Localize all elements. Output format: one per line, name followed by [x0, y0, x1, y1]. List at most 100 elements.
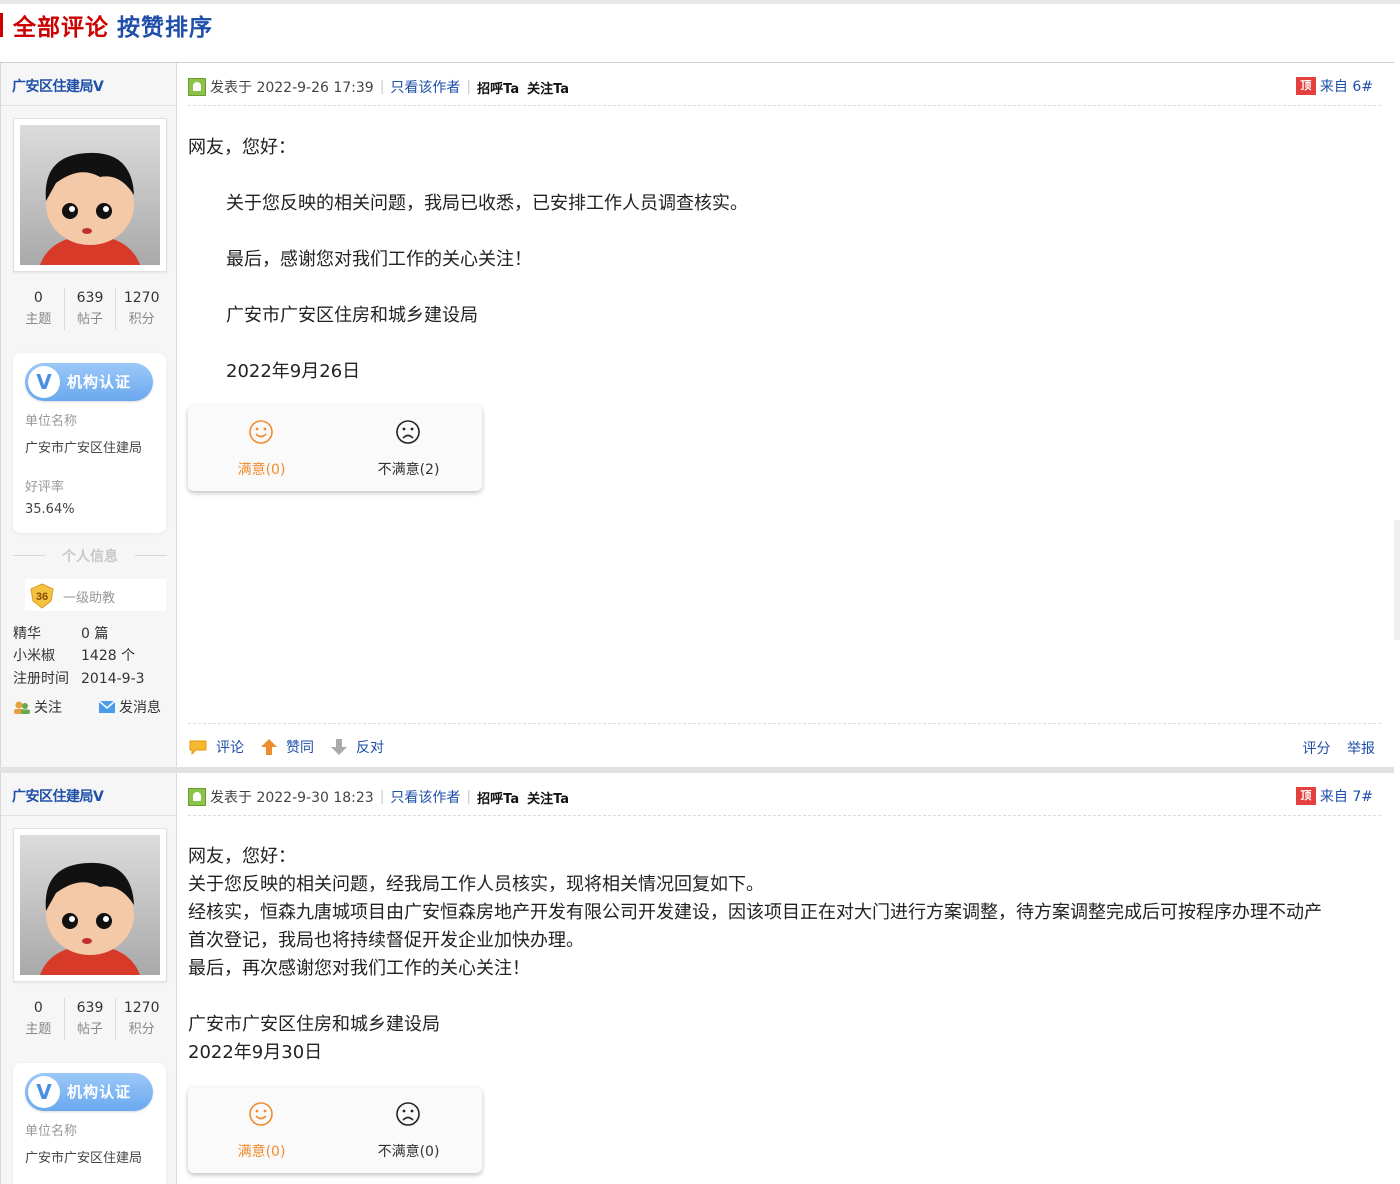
stat-posts[interactable]: 639 帖子	[63, 288, 116, 330]
top-divider	[0, 0, 1400, 4]
smile-icon	[249, 1102, 273, 1126]
floor-indicator[interactable]: 顶 来自 7#	[1295, 786, 1373, 806]
arrow-up-icon	[261, 739, 277, 755]
certification-card: V 机构认证 单位名称 广安市广安区住建局 好评率 35.64%	[13, 353, 166, 533]
post-author-icon	[188, 788, 206, 806]
greet-ta-link[interactable]: 招呼Ta	[477, 788, 519, 807]
stat-threads[interactable]: 0 主题	[13, 288, 64, 330]
reply-paragraph: 最后，再次感谢您对我们工作的关心关注！	[188, 958, 530, 979]
detail-peppers: 小米椒 1428 个	[13, 648, 136, 664]
rating-label: 好评率	[25, 480, 65, 495]
unit-name-value: 广安市广安区住建局	[25, 1151, 143, 1166]
post-meta: 发表于 2022-9-26 17:39 | 只看该作者 | 招呼Ta 关注Ta …	[188, 76, 1381, 98]
svg-text:36: 36	[36, 591, 48, 603]
reply-date: 2022年9月30日	[188, 1042, 323, 1063]
reply-signature: 广安市广安区住房和城乡建设局	[188, 1014, 440, 1035]
satisfied-button[interactable]: 满意(0)	[188, 1087, 335, 1173]
stat-posts[interactable]: 639 帖子	[63, 998, 116, 1040]
top-badge-icon: 顶	[1295, 787, 1316, 805]
post-date: 发表于 2022-9-26 17:39	[210, 80, 374, 96]
follow-users-icon	[14, 701, 30, 714]
smile-icon	[249, 420, 273, 444]
only-view-author-link[interactable]: 只看该作者	[390, 77, 460, 97]
verified-icon: V	[28, 366, 60, 398]
post-author-icon	[188, 78, 206, 96]
author-stats: 0 主题 639 帖子 1270 积分	[13, 288, 167, 330]
certification-card: V 机构认证 单位名称 广安市广安区住建局	[13, 1063, 166, 1184]
reply-date: 2022年9月26日	[226, 361, 361, 382]
meta-separator: |	[379, 79, 385, 95]
floor-number: 来自 7#	[1319, 789, 1373, 805]
post-footer-actions: 评论 赞同 反对 评分 举报	[188, 735, 1381, 759]
reply-paragraph: 最后，感谢您对我们工作的关心关注！	[226, 249, 532, 270]
avatar[interactable]	[13, 118, 167, 272]
sort-by-likes-link[interactable]: 按赞排序	[117, 8, 213, 42]
divider	[1, 105, 177, 106]
level-name: 一级助教	[63, 591, 116, 606]
detail-essence: 精华 0 篇	[13, 626, 109, 642]
post-meta: 发表于 2022-9-30 18:23 | 只看该作者 | 招呼Ta 关注Ta …	[188, 786, 1381, 808]
meta-separator: |	[466, 79, 472, 95]
report-link[interactable]: 举报	[1347, 741, 1375, 757]
unit-name-value: 广安市广安区住建局	[25, 441, 143, 456]
unit-name-label: 单位名称	[25, 414, 78, 429]
level-medal-icon: 36	[30, 583, 54, 609]
reply-signature: 广安市广安区住房和城乡建设局	[226, 305, 478, 326]
envelope-icon	[98, 700, 116, 713]
frown-icon	[396, 420, 420, 444]
author-name-link[interactable]: 广安区住建局V	[12, 76, 104, 96]
unsatisfied-button[interactable]: 不满意(0)	[335, 1087, 482, 1173]
stat-threads[interactable]: 0 主题	[13, 998, 64, 1040]
author-name-link[interactable]: 广安区住建局V	[12, 786, 104, 806]
divider	[1, 815, 177, 816]
avatar-image	[20, 125, 160, 265]
rate-link[interactable]: 评分	[1303, 741, 1331, 757]
avatar[interactable]	[13, 828, 167, 982]
reply-paragraph: 首次登记，我局也将持续督促开发企业加快办理。	[188, 930, 584, 951]
stat-points[interactable]: 1270 积分	[115, 998, 167, 1040]
floor-number: 来自 6#	[1319, 79, 1373, 95]
detail-register-date: 注册时间 2014-9-3	[13, 671, 145, 687]
follow-author-button[interactable]: 关注	[13, 697, 62, 717]
floor-indicator[interactable]: 顶 来自 6#	[1295, 76, 1373, 96]
meta-separator: |	[379, 789, 385, 805]
reply-paragraph: 经核实，恒森九唐城项目由广安恒森房地产开发有限公司开发建设，因该项目正在对大门进…	[188, 902, 1322, 923]
meta-separator: |	[466, 789, 472, 805]
satisfaction-vote: 满意(0) 不满意(0)	[188, 1087, 482, 1173]
org-certified-badge: V 机构认证	[25, 363, 153, 401]
satisfied-button[interactable]: 满意(0)	[188, 405, 335, 491]
upvote-button[interactable]: 赞同	[260, 737, 314, 757]
comments-header: 全部评论 按赞排序	[0, 8, 213, 42]
satisfaction-vote: 满意(0) 不满意(2)	[188, 405, 482, 491]
reply-greeting: 网友，您好：	[188, 137, 296, 158]
all-comments-title: 全部评论	[13, 15, 109, 41]
post-date: 发表于 2022-9-30 18:23	[210, 790, 374, 806]
follow-ta-link[interactable]: 关注Ta	[527, 788, 569, 807]
downvote-button[interactable]: 反对	[330, 737, 384, 757]
follow-ta-link[interactable]: 关注Ta	[527, 78, 569, 97]
comment-button[interactable]: 评论	[188, 737, 244, 757]
verified-icon: V	[28, 1076, 60, 1108]
comment-bubble-icon	[189, 740, 207, 755]
avatar-image	[20, 835, 160, 975]
only-view-author-link[interactable]: 只看该作者	[390, 787, 460, 807]
personal-info-title: 个人信息	[13, 546, 167, 566]
footer-divider	[188, 723, 1381, 724]
unsatisfied-button[interactable]: 不满意(2)	[335, 405, 482, 491]
stat-points[interactable]: 1270 积分	[115, 288, 167, 330]
author-sidebar: 广安区住建局V 0 主题 639 帖子 1270 积分 V 机构认证 单位名称 …	[0, 773, 177, 1184]
meta-divider	[188, 105, 1381, 106]
footer-right-links: 评分 举报	[1291, 738, 1375, 758]
send-message-button[interactable]: 发消息	[98, 697, 161, 717]
frown-icon	[396, 1102, 420, 1126]
author-sidebar: 广安区住建局V 0 主题 639 帖子 1270 积分 V 机构认证 单位名称 …	[0, 63, 177, 767]
reply-greeting: 网友，您好：	[188, 846, 296, 867]
author-actions: 关注 发消息	[13, 697, 161, 717]
rating-value: 35.64%	[25, 502, 75, 517]
author-stats: 0 主题 639 帖子 1270 积分	[13, 998, 167, 1040]
greet-ta-link[interactable]: 招呼Ta	[477, 78, 519, 97]
page-scrollbar[interactable]	[1394, 520, 1400, 640]
top-badge-icon: 顶	[1295, 77, 1316, 95]
user-level: 36 一级助教	[25, 579, 166, 611]
arrow-down-icon	[331, 739, 347, 755]
